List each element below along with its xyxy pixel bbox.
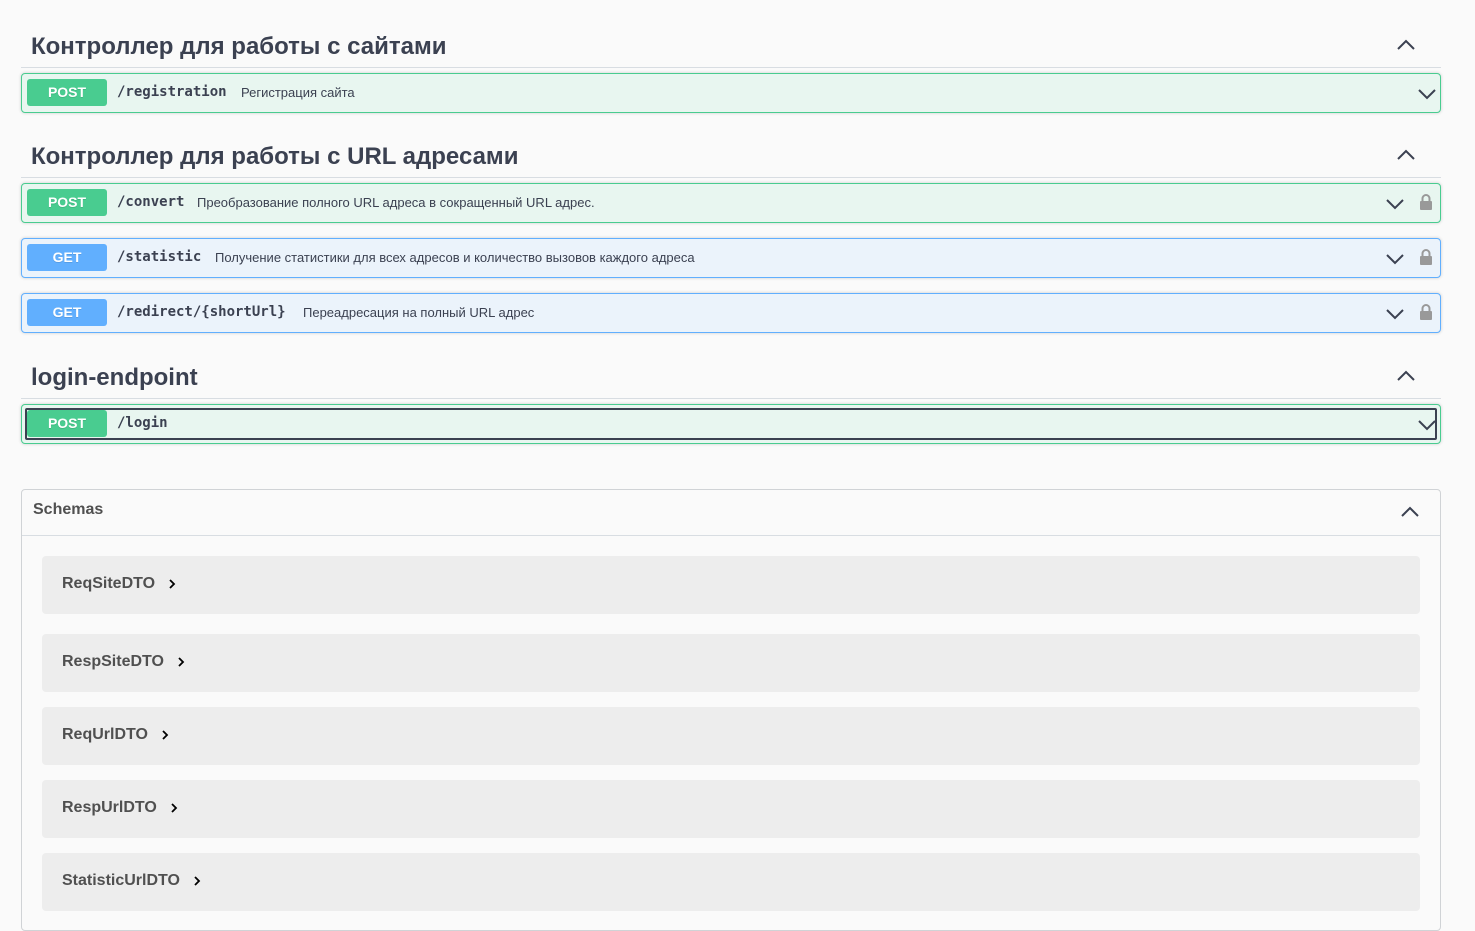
model-name: ReqUrlDTO — [62, 726, 170, 744]
tag-section-sites[interactable]: Контроллер для работы с сайтами — [21, 21, 1441, 68]
lock-icon[interactable] — [1419, 248, 1433, 266]
model-name: ReqSiteDTO — [62, 575, 177, 593]
chevron-down-icon[interactable] — [1385, 249, 1405, 269]
model-name: RespSiteDTO — [62, 653, 186, 671]
model-item[interactable]: RespSiteDTO — [42, 634, 1420, 692]
lock-icon[interactable] — [1419, 303, 1433, 321]
operation-path: /redirect/{shortUrl} — [117, 304, 286, 320]
chevron-down-icon[interactable] — [1417, 84, 1437, 104]
model-item[interactable]: RespUrlDTO — [42, 780, 1420, 838]
chevron-down-icon[interactable] — [1385, 194, 1405, 214]
chevron-right-icon — [171, 803, 178, 813]
operation-get-redirect[interactable]: GET /redirect/{shortUrl} Переадресация н… — [21, 293, 1441, 333]
method-badge: GET — [27, 244, 107, 271]
chevron-down-icon[interactable] — [1417, 415, 1437, 435]
operation-summary: Преобразование полного URL адреса в сокр… — [197, 195, 595, 210]
schemas-header[interactable]: Schemas — [22, 490, 1440, 536]
operation-post-login[interactable]: POST /login — [21, 404, 1441, 444]
operation-post-convert[interactable]: POST /convert Преобразование полного URL… — [21, 183, 1441, 223]
chevron-right-icon — [178, 657, 185, 667]
chevron-up-icon[interactable] — [1400, 502, 1420, 522]
tag-section-urls[interactable]: Контроллер для работы с URL адресами — [21, 131, 1441, 178]
chevron-up-icon[interactable] — [1396, 35, 1416, 55]
chevron-right-icon — [169, 579, 176, 589]
method-badge: POST — [27, 410, 107, 437]
model-item[interactable]: StatisticUrlDTO — [42, 853, 1420, 911]
chevron-down-icon[interactable] — [1385, 304, 1405, 324]
schemas-section: Schemas ReqSiteDTO RespSiteDTO ReqUrlDTO… — [21, 489, 1441, 931]
tag-title: login-endpoint — [31, 364, 198, 391]
lock-icon[interactable] — [1419, 193, 1433, 211]
method-badge: POST — [27, 79, 107, 106]
operation-path: /convert — [117, 194, 185, 210]
tag-section-login[interactable]: login-endpoint — [21, 352, 1441, 399]
operation-get-statistic[interactable]: GET /statistic Получение статистики для … — [21, 238, 1441, 278]
chevron-right-icon — [162, 730, 169, 740]
method-badge: POST — [27, 189, 107, 216]
chevron-right-icon — [194, 876, 201, 886]
operation-path: /registration — [117, 84, 227, 100]
method-badge: GET — [27, 299, 107, 326]
operation-post-registration[interactable]: POST /registration Регистрация сайта — [21, 73, 1441, 113]
model-item[interactable]: ReqUrlDTO — [42, 707, 1420, 765]
operation-path: /statistic — [117, 249, 202, 265]
model-item[interactable]: ReqSiteDTO — [42, 556, 1420, 614]
operation-summary: Переадресация на полный URL адрес — [303, 305, 535, 320]
model-name: StatisticUrlDTO — [62, 872, 202, 890]
tag-title: Контроллер для работы с URL адресами — [31, 143, 519, 170]
operation-summary: Регистрация сайта — [241, 85, 355, 100]
model-name: RespUrlDTO — [62, 799, 179, 817]
chevron-up-icon[interactable] — [1396, 145, 1416, 165]
chevron-up-icon[interactable] — [1396, 366, 1416, 386]
operation-path: /login — [117, 415, 168, 431]
focus-outline — [25, 408, 1437, 440]
operation-summary: Получение статистики для всех адресов и … — [215, 250, 695, 265]
tag-title: Контроллер для работы с сайтами — [31, 33, 447, 60]
schemas-title: Schemas — [33, 501, 104, 518]
